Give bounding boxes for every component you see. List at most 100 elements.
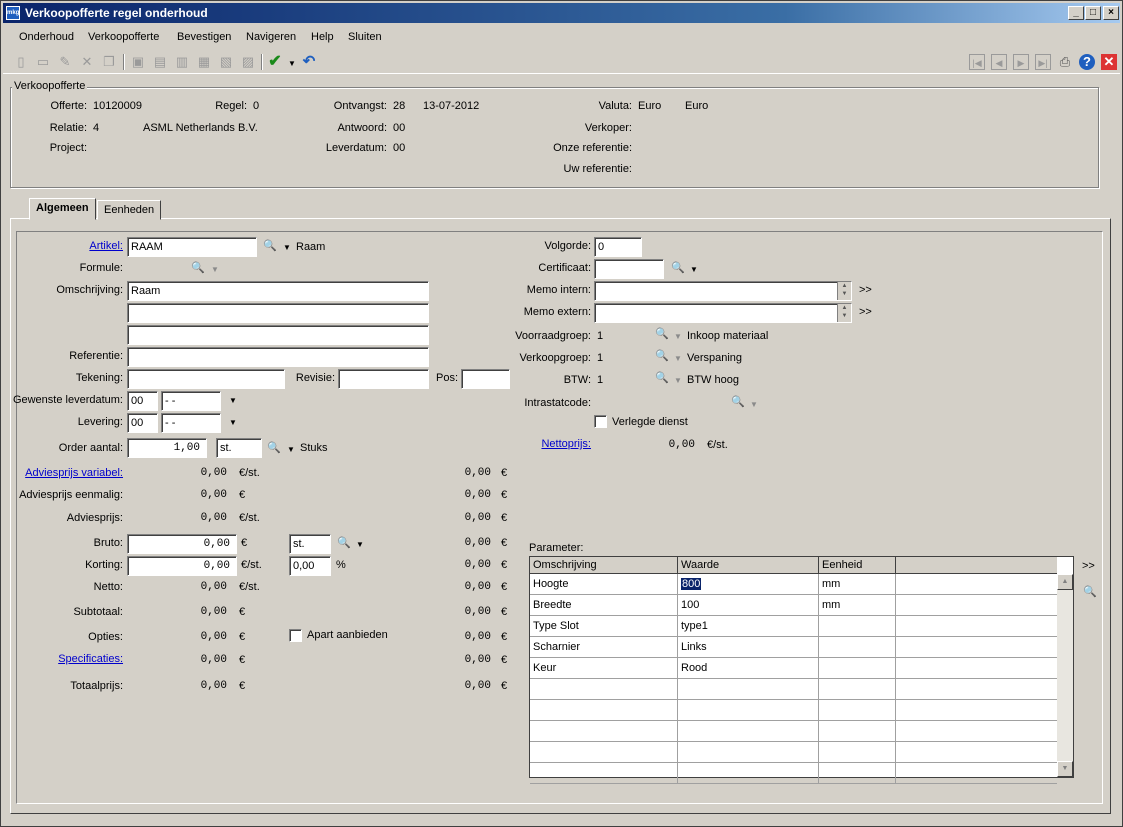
- open-icon[interactable]: ▭: [35, 54, 51, 70]
- verkoopgroep-search-icon[interactable]: 🔍: [655, 350, 669, 362]
- menu-bevestigen[interactable]: Bevestigen: [177, 31, 231, 43]
- artikel-input[interactable]: RAAM: [127, 237, 257, 257]
- cell-eenheid[interactable]: [819, 658, 896, 679]
- cell-empty[interactable]: [896, 763, 1057, 784]
- cell-eenheid[interactable]: [819, 637, 896, 658]
- copy-icon[interactable]: ❐: [101, 54, 117, 70]
- previous-record-icon[interactable]: ◀: [991, 54, 1007, 70]
- cell-empty[interactable]: [896, 637, 1057, 658]
- menu-onderhoud[interactable]: Onderhoud: [19, 31, 74, 43]
- title-bar[interactable]: mkg Verkoopofferte regel onderhoud _ □ ×: [3, 3, 1120, 23]
- menu-navigeren[interactable]: Navigeren: [246, 31, 296, 43]
- cell-omschrijving[interactable]: Type Slot: [530, 616, 678, 637]
- korting-percentage-input[interactable]: 0,00: [289, 556, 331, 576]
- artikel-dropdown-icon[interactable]: ▼: [283, 243, 291, 252]
- cell-omschrijving[interactable]: [530, 742, 678, 763]
- levering-date-input[interactable]: - -: [161, 413, 221, 433]
- memo-intern-scroll[interactable]: ▲ ▼: [837, 282, 851, 300]
- cell-waarde[interactable]: [678, 700, 819, 721]
- cell-omschrijving[interactable]: [530, 721, 678, 742]
- cell-empty[interactable]: [896, 679, 1057, 700]
- memo-extern-scroll[interactable]: ▲ ▼: [837, 304, 851, 322]
- column-header-waarde[interactable]: Waarde: [678, 557, 819, 574]
- cell-omschrijving[interactable]: [530, 763, 678, 784]
- voorraadgroep-dropdown-icon[interactable]: ▼: [674, 332, 682, 341]
- cell-eenheid[interactable]: [819, 700, 896, 721]
- cell-waarde[interactable]: 800: [678, 574, 819, 595]
- confirm-check-icon[interactable]: ✔: [267, 54, 283, 70]
- undo-icon[interactable]: ↶: [301, 54, 317, 70]
- cell-omschrijving[interactable]: Keur: [530, 658, 678, 679]
- levering-week-input[interactable]: 00: [127, 413, 158, 433]
- cell-eenheid[interactable]: [819, 721, 896, 742]
- cell-eenheid[interactable]: mm: [819, 574, 896, 595]
- gewenste-week-input[interactable]: 00: [127, 391, 158, 411]
- menu-verkoopofferte[interactable]: Verkoopofferte: [88, 31, 159, 43]
- tekening-input[interactable]: [127, 369, 285, 389]
- bruto-input[interactable]: 0,00: [127, 534, 237, 554]
- bruto-uom-input[interactable]: st.: [289, 534, 331, 554]
- omschrijving-input-3[interactable]: [127, 325, 429, 345]
- last-record-icon[interactable]: ▶|: [1035, 54, 1051, 70]
- tool4-icon[interactable]: ▦: [196, 54, 212, 70]
- certificaat-dropdown-icon[interactable]: ▼: [690, 265, 698, 274]
- apart-aanbieden-checkbox[interactable]: [289, 629, 302, 642]
- cell-waarde[interactable]: [678, 742, 819, 763]
- artikel-link[interactable]: Artikel:: [21, 240, 123, 252]
- gewenste-date-input[interactable]: - -: [161, 391, 221, 411]
- memo-extern-input[interactable]: [594, 303, 852, 323]
- referentie-input[interactable]: [127, 347, 429, 367]
- cell-waarde[interactable]: [678, 763, 819, 784]
- scroll-up-button[interactable]: ▲: [1057, 574, 1073, 590]
- omschrijving-input-1[interactable]: Raam: [127, 281, 429, 301]
- confirm-dropdown-icon[interactable]: ▼: [288, 59, 296, 68]
- cell-omschrijving[interactable]: Scharnier: [530, 637, 678, 658]
- intrastatcode-dropdown-icon[interactable]: ▼: [750, 400, 758, 409]
- bruto-uom-search-icon[interactable]: 🔍: [337, 537, 351, 549]
- menu-help[interactable]: Help: [311, 31, 334, 43]
- first-record-icon[interactable]: |◀: [969, 54, 985, 70]
- memo-intern-input[interactable]: [594, 281, 852, 301]
- memo-extern-more-button[interactable]: >>: [859, 306, 872, 318]
- gewenste-date-dropdown-icon[interactable]: ▼: [229, 396, 237, 405]
- cell-waarde[interactable]: [678, 721, 819, 742]
- menu-sluiten[interactable]: Sluiten: [348, 31, 382, 43]
- delete-icon[interactable]: ✕: [79, 54, 95, 70]
- nettoprijs-link[interactable]: Nettoprijs:: [491, 438, 591, 450]
- cell-omschrijving[interactable]: Hoogte: [530, 574, 678, 595]
- column-header-omschrijving[interactable]: Omschrijving: [530, 557, 678, 574]
- exit-icon[interactable]: ✕: [1101, 54, 1117, 70]
- cell-empty[interactable]: [896, 595, 1057, 616]
- maximize-button[interactable]: □: [1085, 6, 1101, 20]
- parameter-search-icon[interactable]: 🔍: [1083, 586, 1097, 598]
- help-icon[interactable]: ?: [1079, 54, 1095, 70]
- tool2-icon[interactable]: ▤: [152, 54, 168, 70]
- cell-eenheid[interactable]: [819, 742, 896, 763]
- minimize-button[interactable]: _: [1068, 6, 1084, 20]
- certificaat-search-icon[interactable]: 🔍: [671, 262, 685, 274]
- intrastatcode-search-icon[interactable]: 🔍: [731, 396, 745, 408]
- tool6-icon[interactable]: ▨: [240, 54, 256, 70]
- order-unit-dropdown-icon[interactable]: ▼: [287, 445, 295, 454]
- order-aantal-input[interactable]: 1,00: [127, 438, 207, 458]
- levering-date-dropdown-icon[interactable]: ▼: [229, 418, 237, 427]
- cell-omschrijving[interactable]: Breedte: [530, 595, 678, 616]
- tool1-icon[interactable]: ▣: [130, 54, 146, 70]
- formule-dropdown-icon[interactable]: ▼: [211, 265, 219, 274]
- bruto-uom-dropdown-icon[interactable]: ▼: [356, 540, 364, 549]
- parameter-more-button[interactable]: >>: [1082, 560, 1095, 572]
- order-unit-input[interactable]: st.: [216, 438, 262, 458]
- cell-omschrijving[interactable]: [530, 700, 678, 721]
- formule-search-icon[interactable]: 🔍: [191, 262, 205, 274]
- omschrijving-input-2[interactable]: [127, 303, 429, 323]
- tool3-icon[interactable]: ▥: [174, 54, 190, 70]
- cell-empty[interactable]: [896, 721, 1057, 742]
- adviesprijs-variabel-link[interactable]: Adviesprijs variabel:: [11, 467, 123, 479]
- cell-waarde[interactable]: Rood: [678, 658, 819, 679]
- close-window-button[interactable]: ×: [1103, 6, 1119, 20]
- new-icon[interactable]: ▯: [13, 54, 29, 70]
- cell-waarde[interactable]: type1: [678, 616, 819, 637]
- cell-empty[interactable]: [896, 742, 1057, 763]
- voorraadgroep-search-icon[interactable]: 🔍: [655, 328, 669, 340]
- cell-eenheid[interactable]: [819, 763, 896, 784]
